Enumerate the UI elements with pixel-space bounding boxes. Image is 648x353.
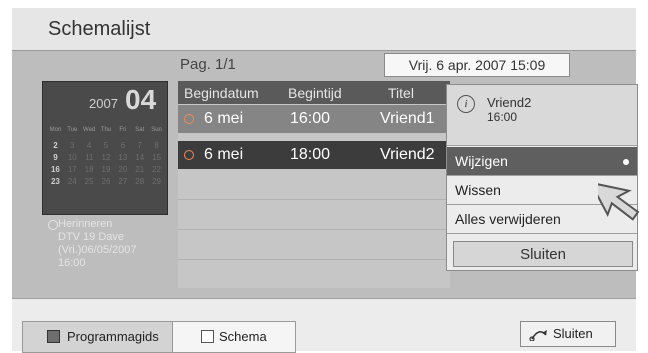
row-date: 6 mei (204, 110, 244, 127)
calendar-day: 20 (118, 165, 128, 174)
selection-dot-icon (623, 159, 629, 165)
reminder-date: (Vri.)06/05/2007 (58, 244, 137, 256)
calendar-year: 2007 (89, 96, 118, 111)
calendar-day: 18 (84, 165, 94, 174)
calendar-day: 21 (135, 165, 145, 174)
weekday: Sat (135, 127, 145, 133)
popup-program-name: Vriend2 (487, 95, 532, 110)
exit-label: Sluiten (553, 326, 593, 341)
menu-item-label: Alles verwijderen (455, 211, 561, 227)
weekday: Thu (100, 127, 112, 133)
pointer-cursor-icon (598, 181, 640, 221)
calendar-month: 04 (125, 84, 157, 115)
clock-icon (48, 220, 58, 230)
calendar: 2007 04 Mon Tue Wed Thu Fri Sat Sun 2 3 … (42, 81, 168, 215)
current-datetime: Vrij. 6 apr. 2007 15:09 (384, 53, 570, 77)
calendar-day: 22 (152, 165, 162, 174)
weekday: Sun (151, 127, 162, 133)
row-time: 18:00 (290, 146, 331, 163)
menu-item-label: Wissen (455, 182, 501, 198)
table-row[interactable]: 6 mei 16:00 Vriend1 (178, 105, 450, 133)
calendar-day: 2 (53, 141, 58, 150)
calendar-day: 8 (154, 141, 159, 150)
calendar-day: 6 (120, 141, 126, 150)
row-divider (178, 229, 450, 230)
column-header-date: Begindatum (184, 85, 259, 101)
tab-label: Programmagids (67, 329, 159, 344)
row-divider (178, 199, 450, 200)
calendar-day: 7 (137, 141, 142, 150)
clock-icon (184, 150, 194, 160)
calendar-day: 10 (67, 153, 77, 162)
calendar-day: 24 (67, 177, 77, 186)
calendar-day: 12 (101, 153, 111, 162)
clock-icon (184, 114, 194, 124)
green-key-icon (201, 330, 214, 343)
return-arrow-icon (529, 330, 547, 341)
calendar-day: 19 (101, 165, 111, 174)
reminder-info: Herinneren DTV 19 Dave (Vri.)06/05/2007 … (48, 218, 174, 270)
calendar-day: 4 (86, 141, 92, 150)
popup-info: i Vriend2 16:00 (447, 85, 637, 146)
weekday: Fri (119, 127, 127, 133)
calendar-day: 15 (152, 153, 162, 162)
calendar-day: 5 (103, 141, 109, 150)
calendar-day: 3 (70, 141, 75, 150)
tab-label: Schema (219, 329, 267, 344)
calendar-day: 27 (118, 177, 128, 186)
reminder-channel: DTV 19 Dave (58, 231, 125, 243)
calendar-day: 9 (53, 153, 58, 162)
popup-program-time: 16:00 (487, 110, 518, 124)
calendar-day: 17 (67, 165, 77, 174)
row-time: 16:00 (290, 110, 331, 127)
calendar-day: 29 (152, 177, 162, 186)
tab-schedule[interactable]: Schema (172, 321, 296, 353)
page-title: Schemalijst (48, 18, 151, 40)
table-header: Begindatum Begintijd Titel (178, 81, 450, 104)
table-row-selected[interactable]: 6 mei 18:00 Vriend2 (178, 141, 450, 169)
info-icon: i (457, 95, 475, 113)
calendar-day: 23 (50, 177, 60, 186)
calendar-day: 11 (84, 153, 94, 162)
calendar-day: 26 (101, 177, 111, 186)
calendar-day: 25 (84, 177, 94, 186)
calendar-day: 13 (118, 153, 128, 162)
schedule-table: Begindatum Begintijd Titel 6 mei 16:00 V… (178, 81, 450, 288)
page-indicator: Pag. 1/1 (180, 56, 236, 73)
exit-button[interactable]: Sluiten (520, 321, 616, 347)
weekday: Wed (83, 127, 96, 133)
row-title: Vriend1 (380, 110, 435, 127)
calendar-day: 14 (135, 153, 145, 162)
column-header-title: Titel (388, 85, 414, 101)
column-header-time: Begintijd (288, 85, 342, 101)
menu-item-label: Wijzigen (455, 153, 508, 169)
title-bar: Schemalijst (12, 8, 636, 51)
reminder-label: Herinneren (58, 218, 113, 230)
calendar-day: 28 (135, 177, 145, 186)
tab-program-guide[interactable]: Programmagids (22, 321, 174, 353)
calendar-days: 2 3 4 5 6 7 8 9 10 11 12 13 14 15 16 17 … (47, 141, 165, 186)
calendar-weekdays: Mon Tue Wed Thu Fri Sat Sun (47, 127, 165, 133)
bottom-bar: Programmagids Schema Sluiten (12, 298, 636, 353)
row-title: Vriend2 (380, 146, 435, 163)
calendar-day: 16 (50, 165, 60, 174)
row-date: 6 mei (204, 146, 244, 163)
row-divider (178, 259, 450, 260)
red-key-icon (47, 330, 60, 343)
weekday: Tue (67, 127, 78, 133)
weekday: Mon (49, 127, 62, 133)
reminder-time: 16:00 (58, 257, 86, 269)
